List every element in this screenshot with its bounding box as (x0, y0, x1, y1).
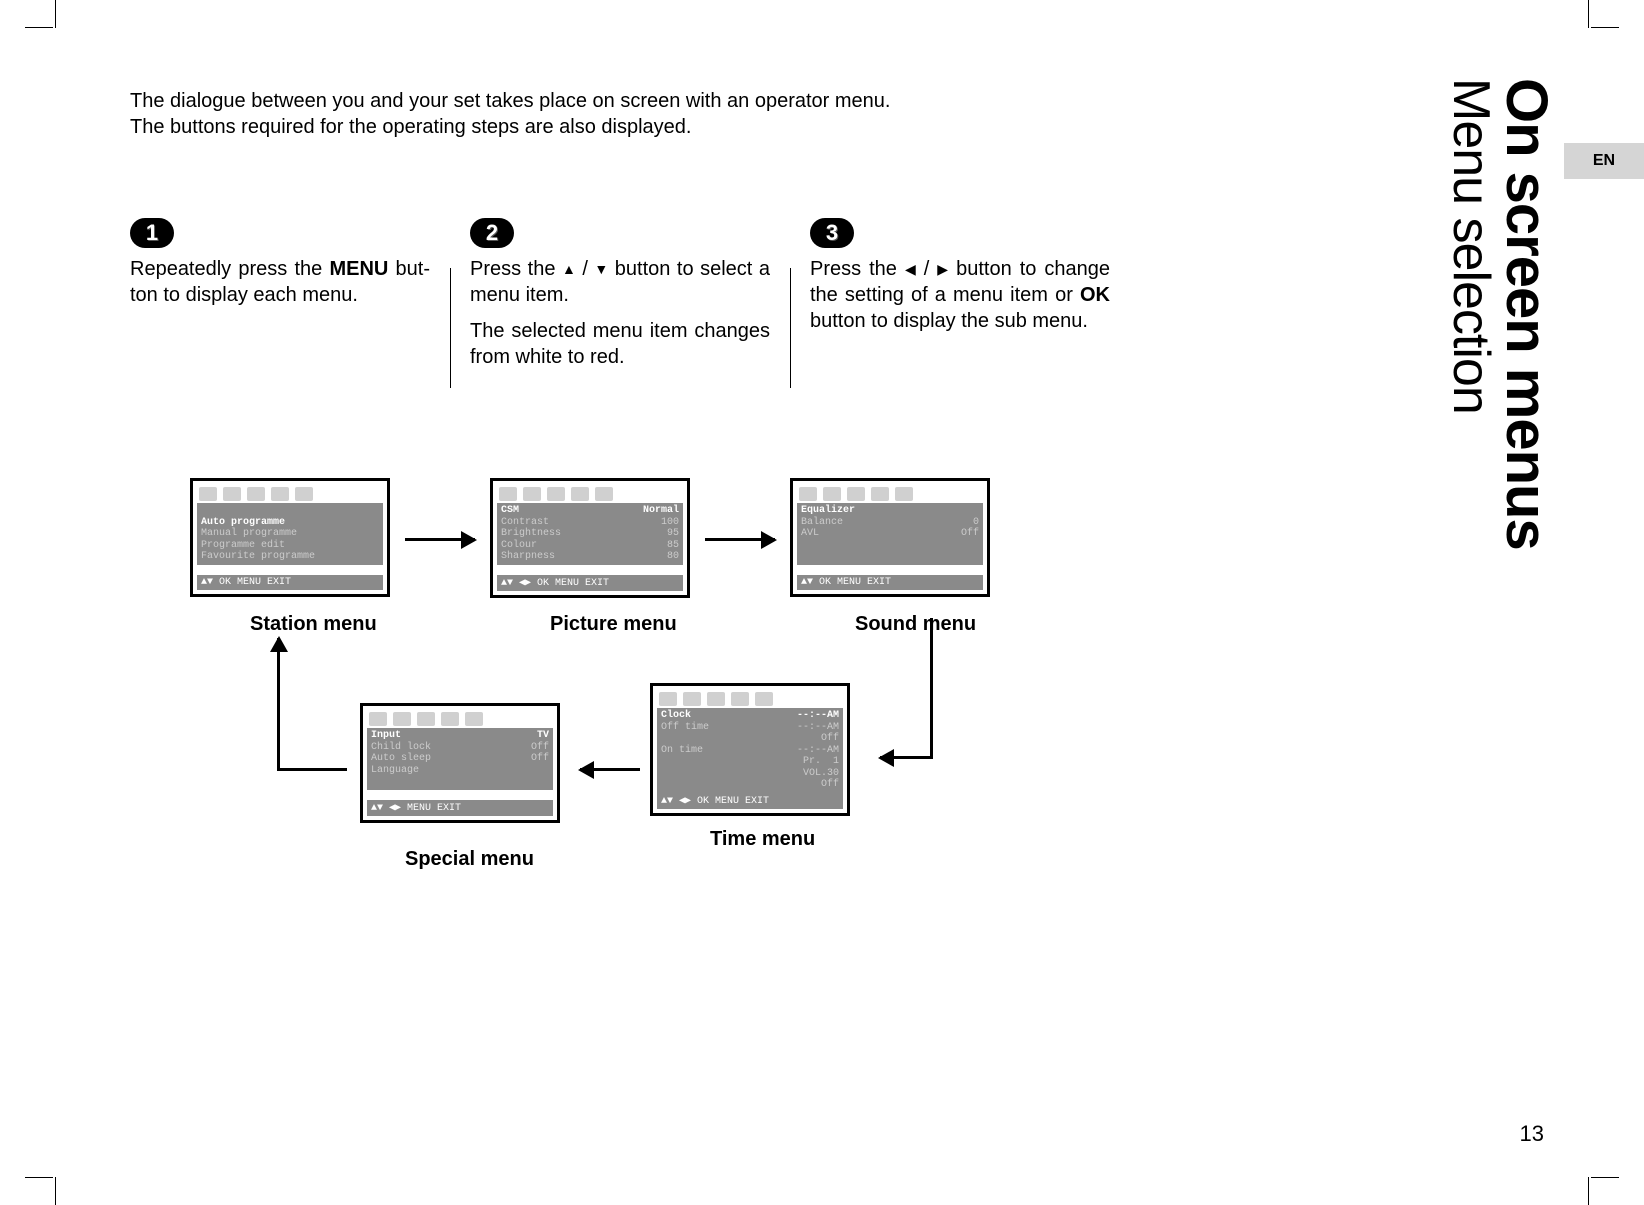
picture-menu-label: Picture menu (550, 613, 677, 636)
menu-value: Normal (643, 505, 679, 517)
menu-item: Child lock (371, 742, 431, 754)
slash: / (576, 258, 595, 280)
sound-menu-body: EqualizerBalance 0 AVL Off (797, 503, 983, 565)
arrow-icon (705, 538, 775, 541)
step-3-p1c: button to display the sub menu. (810, 310, 1088, 332)
picture-menu-footer: ▲▼ ◀▶ OK MENU EXIT (497, 575, 683, 591)
station-menu-osd: Auto programme Manual programme Programm… (190, 478, 390, 597)
menu-value: Off (531, 742, 549, 754)
menu-item: Auto programme (201, 517, 285, 528)
menu-value: Off (821, 779, 839, 791)
step-badge-3: 3 (810, 218, 854, 248)
menu-item: Balance (801, 517, 843, 529)
station-menu-label: Station menu (250, 613, 377, 636)
arrow-icon (580, 768, 640, 771)
osd-icon-row (197, 485, 383, 503)
intro-text: The dialogue between you and your set ta… (130, 88, 890, 140)
sound-menu-osd: EqualizerBalance 0 AVL Off ▲▼ OK MENU EXIT (790, 478, 990, 597)
menu-value: --:--AM (797, 710, 839, 722)
menu-value: Pr. 1 (803, 756, 839, 768)
station-menu-body: Auto programme Manual programme Programm… (197, 503, 383, 565)
step-3-bold: OK (1080, 284, 1110, 306)
station-menu-footer: ▲▼ OK MENU EXIT (197, 575, 383, 590)
menu-value: 85 (667, 540, 679, 552)
menu-item: CSM (501, 505, 519, 517)
menu-item: AVL (801, 528, 819, 540)
step-2: 2 Press the ▲ / ▼ button to select a men… (460, 218, 780, 380)
menu-value: --:--AM (797, 745, 839, 757)
time-menu-osd: Clock--:--AMOff time--:--AMOffOn time--:… (650, 683, 850, 816)
title-main: On screen menus (1494, 78, 1559, 550)
step-1-text: Repeatedly press the MENU but­ton to dis… (130, 256, 430, 308)
intro-line-1: The dialogue between you and your set ta… (130, 88, 890, 114)
menu-flow-diagram: Auto programme Manual programme Programm… (190, 478, 1110, 938)
slash: / (916, 258, 938, 280)
time-menu-label: Time menu (710, 828, 815, 851)
menu-value: Off (531, 753, 549, 765)
picture-menu-osd: CSM Normal Contrast 100 Brightness 95 Colour 85… (490, 478, 690, 598)
title-sub: Menu selection (1442, 78, 1500, 414)
special-menu-osd: Input TV Child lock Off Auto sleep Off Languag… (360, 703, 560, 823)
menu-item: Favourite programme (201, 551, 315, 562)
menu-value: 95 (667, 528, 679, 540)
menu-item: Manual programme (201, 528, 297, 539)
arrow-icon (277, 638, 280, 771)
arrow-icon (405, 538, 475, 541)
step-2-text-2: The selected menu item changes from whit… (470, 318, 770, 370)
menu-item: Colour (501, 540, 537, 552)
osd-icon-row (657, 690, 843, 708)
language-tab: EN (1564, 143, 1644, 179)
menu-value: Off (961, 528, 979, 540)
page-number: 13 (1520, 1121, 1544, 1147)
menu-item: Programme edit (201, 540, 285, 551)
menu-item: Brightness (501, 528, 561, 540)
menu-item: Sharpness (501, 551, 555, 563)
menu-item: Equalizer (801, 505, 855, 517)
special-menu-body: Input TV Child lock Off Auto sleep Off Languag… (367, 728, 553, 790)
special-menu-footer: ▲▼ ◀▶ MENU EXIT (367, 800, 553, 816)
intro-line-2: The buttons required for the operating s… (130, 114, 890, 140)
step-3: 3 Press the ◀ / ▶ button to change the s… (800, 218, 1120, 380)
sound-menu-footer: ▲▼ OK MENU EXIT (797, 575, 983, 590)
osd-icon-row (367, 710, 553, 728)
step-3-p1a: Press the (810, 258, 905, 280)
osd-icon-row (797, 485, 983, 503)
osd-icon-row (497, 485, 683, 503)
step-2-text-1: Press the ▲ / ▼ button to select a menu … (470, 256, 770, 308)
menu-item: Auto sleep (371, 753, 431, 765)
arrow-icon (880, 756, 933, 759)
special-menu-label: Special menu (405, 848, 534, 871)
step-1-bold: MENU (329, 258, 388, 280)
step-3-text: Press the ◀ / ▶ button to change the set… (810, 256, 1110, 334)
menu-item: On time (661, 745, 703, 757)
menu-value: TV (537, 730, 549, 742)
step-badge-2: 2 (470, 218, 514, 248)
menu-item: Input (371, 730, 401, 742)
page-title-vertical: On screen menus Menu selection (1444, 78, 1554, 550)
menu-value: 0 (973, 517, 979, 529)
down-triangle-icon: ▼ (594, 260, 608, 278)
arrow-line (277, 768, 347, 771)
menu-item: Clock (661, 710, 691, 722)
menu-value: --:--AM (797, 722, 839, 734)
menu-item: Language (371, 765, 419, 777)
menu-item: Contrast (501, 517, 549, 529)
menu-value: 80 (667, 551, 679, 563)
menu-item: Off time (661, 722, 709, 734)
arrow-line (930, 618, 933, 758)
step-1: 1 Repeatedly press the MENU but­ton to d… (120, 218, 440, 380)
left-triangle-icon: ◀ (905, 260, 916, 278)
menu-value: VOL.30 (803, 768, 839, 780)
menu-value: Off (821, 733, 839, 745)
time-menu-footer: ▲▼ ◀▶ OK MENU EXIT (657, 793, 843, 809)
menu-value: 100 (661, 517, 679, 529)
right-triangle-icon: ▶ (937, 260, 948, 278)
up-triangle-icon: ▲ (562, 260, 576, 278)
step-1-text-a: Repeatedly press the (130, 258, 329, 280)
step-badge-1: 1 (130, 218, 174, 248)
sound-menu-label: Sound menu (855, 613, 976, 636)
step-2-p1a: Press the (470, 258, 562, 280)
time-menu-body: Clock--:--AMOff time--:--AMOffOn time--:… (657, 708, 843, 793)
picture-menu-body: CSM Normal Contrast 100 Brightness 95 Colour 85… (497, 503, 683, 565)
